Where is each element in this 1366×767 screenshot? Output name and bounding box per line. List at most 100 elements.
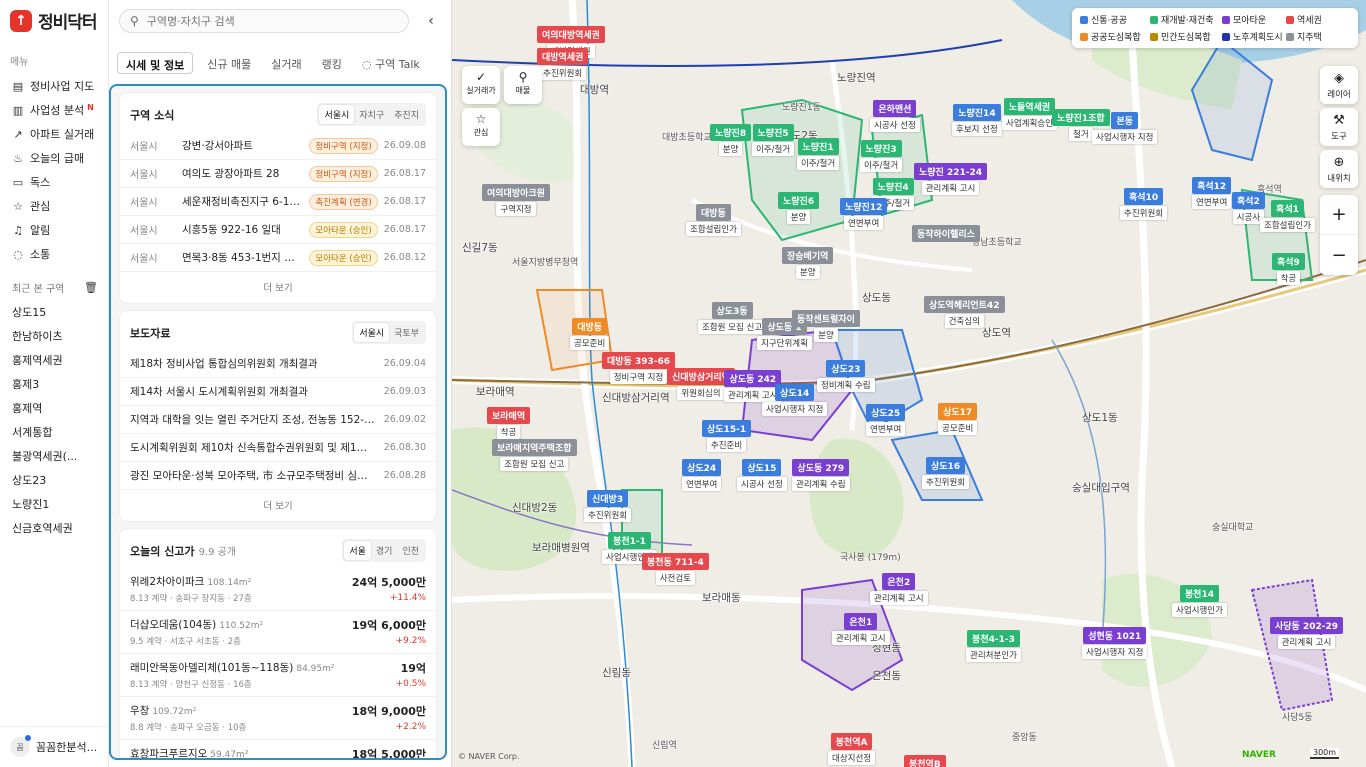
search-input[interactable] [146,14,387,28]
zone-marker[interactable]: 대방동 393-66 정비구역 지정 [602,352,676,384]
zone-marker[interactable]: 상도15 시공사 선정 [737,459,787,491]
press-row[interactable]: 광진 모아타운·성북 모아주택, 市 소규모주택정비 심의 통... 26.08.… [120,462,436,490]
deal-row[interactable]: 우창 109.72m² 8.8 계약 · 송파구 오금동 · 10층 18억 9,00… [120,697,436,740]
tab-2[interactable]: 실거래 [263,52,309,74]
zone-marker[interactable]: 봉천역B [904,755,946,767]
zone-marker[interactable]: 상도15-1 추진준비 [702,420,752,452]
filter-option[interactable]: 인천 [397,541,424,560]
zone-marker[interactable]: 보라매지역주택조합 조합원 모집 신고 [492,439,577,471]
press-more-button[interactable]: 더 보기 [120,490,436,521]
press-row[interactable]: 지역과 대학을 잇는 열린 주거단지 조성, 전농동 152-65 ... 26.… [120,406,436,434]
zone-marker[interactable]: 성현동 1021 사업시행자 지정 [1082,627,1148,659]
favorite-button[interactable]: ☆ 관심 [462,108,500,146]
locate-button[interactable]: ⊕ 내위치 [1320,150,1358,188]
zone-marker[interactable]: 대방역세권 추진위원회 [537,48,589,80]
zone-marker[interactable]: 노들역세권 사업계획승인 [1002,98,1057,130]
trash-icon[interactable]: 🗑 [84,281,98,294]
zone-marker[interactable]: 노량진6 분양 [778,192,820,224]
zone-marker[interactable]: 상도16 추진위원회 [922,457,970,489]
deal-row[interactable]: 위례2차아이파크 108.14m² 8.13 계약 · 송파구 장지동 · 27층 2… [120,568,436,611]
nav-item-3[interactable]: ♨ 오늘의 급매 [0,146,108,170]
recent-zone-item[interactable]: 홍제3 [0,371,108,395]
zone-marker[interactable]: 동작하이헬리스 [912,225,980,242]
zone-marker[interactable]: 본동 사업시행자 지정 [1092,112,1158,144]
news-row[interactable]: 서울시 면목3·8동 453-1번지 일대 모아타운 (승인) 26.08.12 [120,244,436,272]
zone-marker[interactable]: 동작센트럴자이 분양 [792,310,860,342]
recent-zone-item[interactable]: 홍제역 [0,395,108,419]
legend-item[interactable]: 공공도심복합 [1080,30,1148,43]
zone-marker[interactable]: 신대방3 추진위원회 [584,490,632,522]
press-row[interactable]: 제14차 서울시 도시계획위원회 개최결과 26.09.03 [120,378,436,406]
layers-button[interactable]: ◈ 레이어 [1320,66,1358,104]
news-row[interactable]: 서울시 세운재정비촉진지구 6-1-4... 촉진계획 (변경) 26.08.17 [120,188,436,216]
filter-option[interactable]: 경기 [371,541,398,560]
nav-item-2[interactable]: ↗ 아파트 실거래 [0,122,108,146]
zone-marker[interactable]: 상도25 연변부여 [866,404,906,436]
legend-item[interactable]: 노후계획도시 [1222,30,1284,43]
user-profile[interactable]: 꼼 꼼꼼한분석... [0,726,108,767]
zone-marker[interactable]: 은천1 관리계획 고시 [832,613,890,645]
zone-marker[interactable]: 상도역헤리언트42 건축심의 [924,296,1005,328]
zone-marker[interactable]: 상도14 사업시행자 지정 [762,384,828,416]
legend-item[interactable]: 재개발·재건축 [1150,13,1220,26]
zoom-in-button[interactable]: + [1320,195,1358,235]
zone-marker[interactable]: 노량진14 후보지 선정 [952,104,1002,136]
panel-scroll[interactable]: 구역 소식 서울시 자치구 추진지 서울시 강변·강서아파트 정비구역 (지정) 26.0… [109,84,447,760]
tab-1[interactable]: 신규 매물 [199,52,259,74]
search-box[interactable]: ⚲ [119,9,409,33]
zone-marker[interactable]: 노량진1 이주/철거 [797,138,840,170]
tool-button[interactable]: ⚒ 도구 [1320,108,1358,146]
legend-item[interactable]: 지주택 [1286,30,1356,43]
zone-marker[interactable]: 봉천동 711-4 사전검토 [642,553,709,585]
press-row[interactable]: 제18차 정비사업 통합심의위원회 개최결과 26.09.04 [120,350,436,378]
zone-marker[interactable]: 노량진 221-24 관리계획 고시 [914,163,988,195]
deal-row[interactable]: 래미안목동아델리체(101동~118동) 84.95m² 8.13 계약 · 양천구… [120,654,436,697]
zone-marker[interactable]: 노량진12 연변부여 [840,198,888,230]
zone-marker[interactable]: 노량진8 분양 [710,124,752,156]
zone-marker[interactable]: 봉천4-1-3 관리처분인가 [966,630,1021,662]
zone-marker[interactable]: 여의대방아크원 구역지정 [482,184,550,216]
legend-item[interactable]: 신통·공공 [1080,13,1148,26]
news-row[interactable]: 서울시 여의도 광장아파트 28 정비구역 (지정) 26.08.17 [120,160,436,188]
news-more-button[interactable]: 더 보기 [120,272,436,303]
recent-zone-item[interactable]: 한남하이츠 [0,323,108,347]
news-row[interactable]: 서울시 시흥5동 922-16 일대 모아타운 (승인) 26.08.17 [120,216,436,244]
zone-marker[interactable]: 봉천역A 대상지선정 [828,733,876,765]
filter-option[interactable]: 추진지 [389,105,424,124]
filter-option[interactable]: 국토부 [389,323,424,342]
recent-zone-item[interactable]: 상도15 [0,299,108,323]
filter-option[interactable]: 서울 [344,541,371,560]
tab-3[interactable]: 랭킹 [314,52,350,74]
tool-button-0[interactable]: ✓ 실거래가 [462,66,500,104]
zone-marker[interactable]: 상도17 공모준비 [938,403,978,435]
zone-marker[interactable]: 상도24 연변부여 [682,459,722,491]
filter-option[interactable]: 서울시 [319,105,355,124]
filter-option[interactable]: 서울시 [354,323,390,342]
tab-4[interactable]: ◌ 구역 Talk [354,52,428,74]
collapse-panel-icon[interactable]: ‹ [421,11,441,31]
filter-option[interactable]: 자치구 [354,105,389,124]
recent-zone-item[interactable]: 서계통합 [0,419,108,443]
zone-marker[interactable]: 흑석10 추진위원회 [1120,188,1168,220]
zone-marker[interactable]: 장승배기역 분양 [782,247,834,279]
nav-item-5[interactable]: ☆ 관심 [0,194,108,218]
legend-item[interactable]: 모아타운 [1222,13,1284,26]
deal-row[interactable]: 더샵오데움(104동) 110.52m² 9.5 계약 · 서초구 서초동 · 2층… [120,611,436,654]
zone-marker[interactable]: 대방동 조합설립인가 [686,204,741,236]
zone-marker[interactable]: 상도동 279 관리계획 수립 [792,459,850,491]
nav-item-4[interactable]: ▭ 독스 [0,170,108,194]
zone-marker[interactable]: 보라매역 착공 [487,407,531,439]
legend-item[interactable]: 역세권 [1286,13,1356,26]
zone-marker[interactable]: 흑석9 착공 [1272,253,1305,285]
recent-zone-item[interactable]: 홍제역세권 [0,347,108,371]
zone-marker[interactable]: 상도3동 조합원 모집 신고 [698,302,767,334]
zone-marker[interactable]: 사당동 202-29 관리계획 고시 [1270,617,1344,649]
zone-marker[interactable]: 은하맨션 시공사 선정 [870,100,920,132]
logo[interactable]: ↑ 정비닥터 [0,0,108,41]
recent-zone-item[interactable]: 상도23 [0,467,108,491]
tab-0[interactable]: 시세 및 정보 [117,52,194,74]
deal-row[interactable]: 효창파크푸르지오59.47m²8.28 계약 · 용산구 효창동 · 16층 18… [120,740,436,758]
nav-item-0[interactable]: ▤ 정비사업 지도 [0,74,108,98]
recent-zone-item[interactable]: 불광역세권(... [0,443,108,467]
press-row[interactable]: 도시계획위원회 제10차 신속통합수권위원회 및 제1차 재정... 26.08.… [120,434,436,462]
